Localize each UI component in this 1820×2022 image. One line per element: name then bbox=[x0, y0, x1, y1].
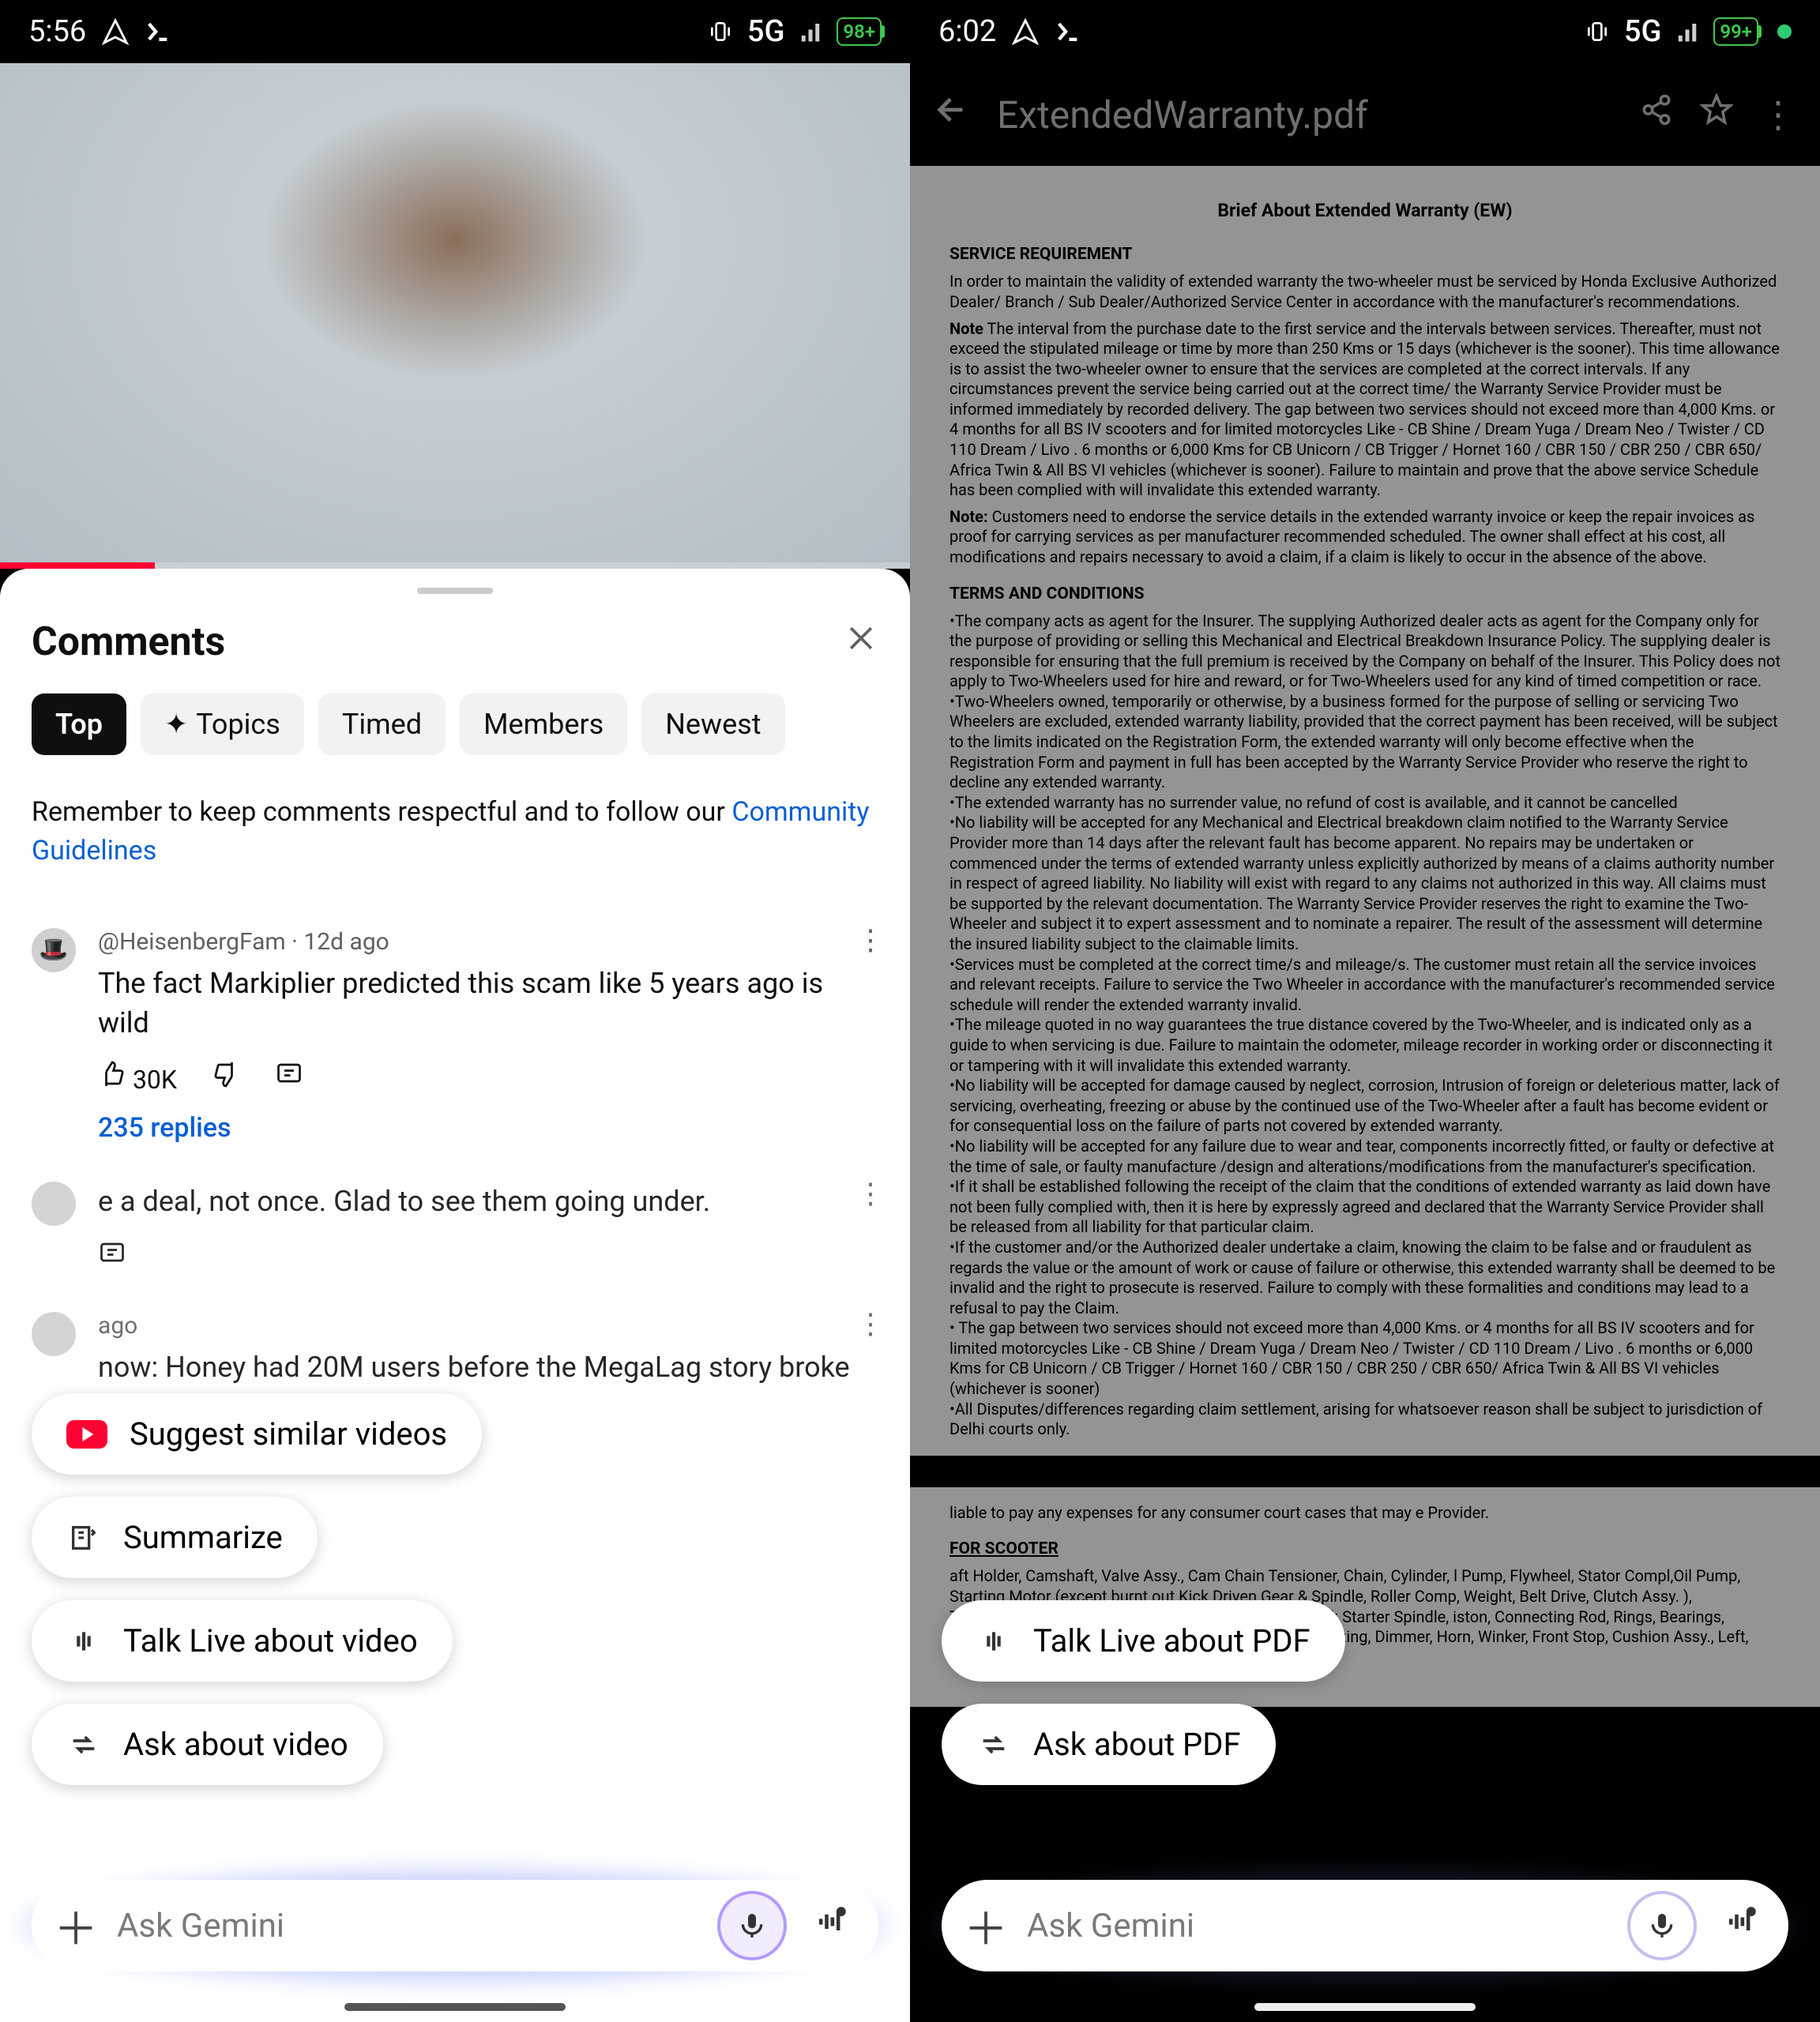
pdf-content[interactable]: Brief About Extended Warranty (EW) SERVI… bbox=[910, 166, 1820, 1707]
more-icon[interactable]: ⋮ bbox=[1760, 93, 1796, 137]
comment-author[interactable]: @HeisenbergFam bbox=[98, 928, 286, 956]
waveform-icon bbox=[976, 1624, 1011, 1659]
tab-members[interactable]: Members bbox=[460, 693, 627, 755]
gemini-input[interactable]: Ask Gemini bbox=[1027, 1907, 1608, 1945]
vibrate-icon bbox=[708, 19, 733, 44]
chip-talk-live[interactable]: Talk Live about video bbox=[32, 1600, 453, 1682]
tab-timed[interactable]: Timed bbox=[318, 693, 446, 755]
sparkle-icon: ✦ bbox=[164, 708, 188, 741]
gemini-bar: ＋ Ask Gemini bbox=[32, 1880, 878, 1971]
terminal-icon bbox=[1055, 18, 1081, 45]
terminal-icon bbox=[145, 18, 171, 45]
arrows-icon bbox=[976, 1727, 1011, 1762]
signal-icon bbox=[1675, 20, 1699, 43]
comments-sheet: Comments Top ✦Topics Timed Members Newes… bbox=[0, 569, 910, 2022]
chip-ask-video[interactable]: Ask about video bbox=[32, 1704, 383, 1785]
signal-icon bbox=[799, 20, 822, 43]
chip-summarize[interactable]: Summarize bbox=[32, 1497, 318, 1578]
waveform-icon bbox=[66, 1624, 101, 1659]
video-progress-fill bbox=[0, 562, 155, 569]
nav-icon bbox=[1012, 18, 1039, 45]
vibrate-icon bbox=[1585, 19, 1610, 44]
chip-suggest-videos[interactable]: Suggest similar videos bbox=[32, 1393, 482, 1475]
comment-time: 12d ago bbox=[303, 928, 389, 956]
network-label: 5G bbox=[747, 14, 784, 49]
close-icon[interactable] bbox=[844, 620, 878, 665]
comment-more-icon[interactable]: ⋮ bbox=[856, 1177, 885, 1210]
add-button[interactable]: ＋ bbox=[964, 1894, 1008, 1958]
comment-item: e a deal, not once. Glad to see them goi… bbox=[32, 1163, 878, 1292]
dislike-button[interactable] bbox=[212, 1060, 240, 1095]
comment-more-icon[interactable]: ⋮ bbox=[856, 923, 885, 957]
gemini-suggestions: Suggest similar videos Summarize Talk Li… bbox=[32, 1393, 482, 1785]
star-icon[interactable] bbox=[1700, 93, 1733, 136]
gemini-input[interactable]: Ask Gemini bbox=[117, 1907, 698, 1945]
battery-indicator: 99+ bbox=[1713, 17, 1758, 46]
avatar[interactable] bbox=[32, 1312, 76, 1356]
add-button[interactable]: ＋ bbox=[54, 1894, 98, 1958]
gemini-bar: ＋ Ask Gemini bbox=[942, 1880, 1788, 1971]
video-player[interactable] bbox=[0, 63, 910, 569]
pdf-title: ExtendedWarranty.pdf bbox=[997, 92, 1613, 137]
network-label: 5G bbox=[1624, 14, 1661, 49]
nav-handle[interactable] bbox=[1254, 2003, 1476, 2011]
tab-topics[interactable]: ✦Topics bbox=[141, 693, 304, 755]
pdf-toolbar: ExtendedWarranty.pdf ⋮ bbox=[910, 63, 1820, 166]
comment-more-icon[interactable]: ⋮ bbox=[856, 1307, 885, 1340]
summarize-icon bbox=[66, 1520, 101, 1555]
clock: 6:02 bbox=[938, 14, 996, 49]
comment-time: ago bbox=[98, 1312, 137, 1340]
gemini-suggestions: Talk Live about PDF Ask about PDF bbox=[942, 1600, 1345, 1785]
tab-top[interactable]: Top bbox=[32, 693, 126, 755]
nav-icon bbox=[102, 18, 129, 45]
arrows-icon bbox=[66, 1727, 101, 1762]
status-bar: 6:02 5G 99+ bbox=[910, 0, 1820, 63]
battery-indicator: 98+ bbox=[837, 17, 882, 46]
avatar[interactable] bbox=[32, 1182, 76, 1226]
comments-title: Comments bbox=[32, 619, 225, 665]
comments-notice: Remember to keep comments respectful and… bbox=[32, 793, 878, 871]
comment-text: The fact Markiplier predicted this scam … bbox=[98, 964, 878, 1043]
avatar[interactable]: 🎩 bbox=[32, 928, 76, 972]
pdf-heading: Brief About Extended Warranty (EW) bbox=[949, 199, 1781, 222]
replies-link[interactable]: 235 replies bbox=[98, 1112, 878, 1144]
back-icon[interactable] bbox=[934, 92, 970, 137]
youtube-icon bbox=[66, 1420, 107, 1449]
reply-button[interactable] bbox=[98, 1239, 126, 1274]
chip-talk-live-pdf[interactable]: Talk Live about PDF bbox=[942, 1600, 1345, 1682]
active-indicator bbox=[1777, 24, 1792, 39]
nav-handle[interactable] bbox=[344, 2003, 566, 2011]
live-button[interactable] bbox=[806, 1904, 856, 1948]
clock: 5:56 bbox=[28, 14, 86, 49]
comment-text: e a deal, not once. Glad to see them goi… bbox=[98, 1182, 878, 1221]
status-bar: 5:56 5G 98+ bbox=[0, 0, 910, 63]
like-button[interactable]: 30K bbox=[98, 1060, 177, 1095]
chip-ask-pdf[interactable]: Ask about PDF bbox=[942, 1704, 1276, 1785]
mic-button[interactable] bbox=[717, 1891, 787, 1960]
comment-tabs: Top ✦Topics Timed Members Newest bbox=[32, 693, 878, 755]
mic-button[interactable] bbox=[1627, 1891, 1697, 1960]
sheet-handle[interactable] bbox=[417, 588, 493, 594]
tab-newest[interactable]: Newest bbox=[641, 693, 784, 755]
share-icon[interactable] bbox=[1640, 93, 1673, 136]
live-button[interactable] bbox=[1716, 1904, 1766, 1948]
reply-button[interactable] bbox=[275, 1060, 303, 1095]
comment-item: 🎩 @HeisenbergFam · 12d ago The fact Mark… bbox=[32, 909, 878, 1163]
